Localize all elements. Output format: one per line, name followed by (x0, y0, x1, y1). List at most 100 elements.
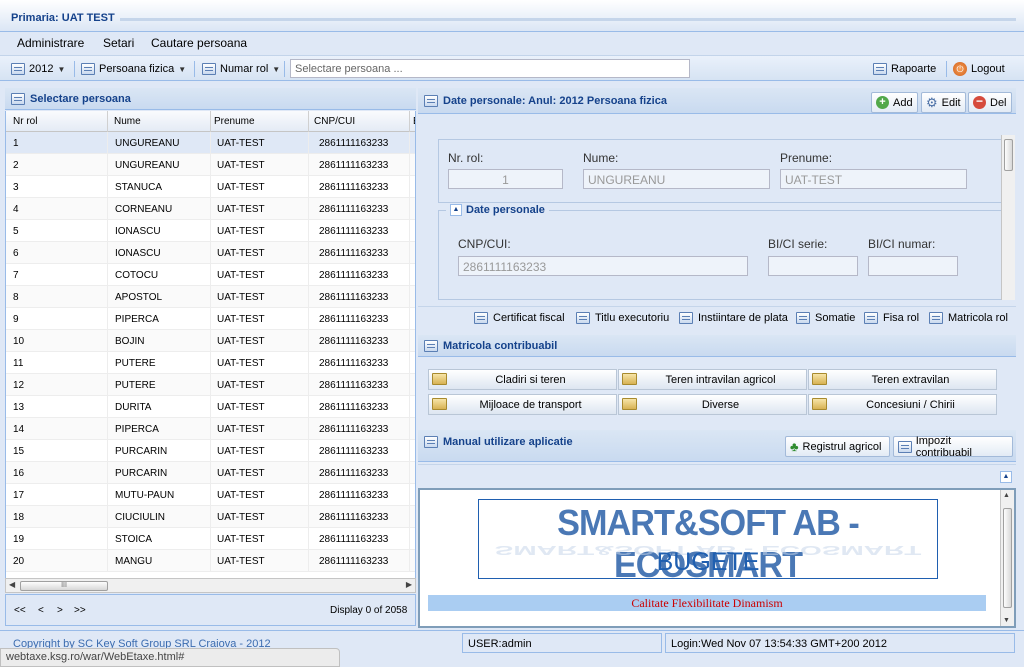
add-button[interactable]: + Add (871, 92, 918, 113)
table-row[interactable]: 10 BOJIN UAT-TEST 2861111163233 (6, 330, 415, 352)
table-row[interactable]: 13 DURITA UAT-TEST 2861111163233 (6, 396, 415, 418)
first-page-button[interactable]: << (14, 605, 26, 616)
col-prenume[interactable]: Prenume (214, 116, 255, 127)
power-icon: ⏻ (953, 62, 967, 76)
menu-setari[interactable]: Setari (103, 36, 134, 50)
folder-icon (812, 373, 827, 385)
col-nr-rol[interactable]: Nr rol (13, 116, 37, 127)
cell-prenume: UAT-TEST (217, 292, 265, 303)
last-page-button[interactable]: >> (74, 605, 86, 616)
cell-divider (308, 330, 309, 352)
menu-cautare-persoana[interactable]: Cautare persoana (151, 36, 247, 50)
link-somatie[interactable]: Somatie (796, 312, 855, 324)
table-row[interactable]: 7 COTOCU UAT-TEST 2861111163233 (6, 264, 415, 286)
numar-rol-dropdown[interactable]: Numar rol ▼ (202, 60, 280, 78)
registrul-agricol-button[interactable]: ♣ Registrul agricol (785, 436, 890, 457)
document-icon (796, 312, 810, 324)
cladiri-si-teren-button[interactable]: Cladiri si teren (428, 369, 617, 390)
logout-button[interactable]: ⏻ Logout (953, 60, 1005, 78)
scroll-thumb[interactable] (1004, 139, 1013, 171)
edit-button[interactable]: ⚙ Edit (921, 92, 966, 113)
cell-divider (210, 484, 211, 506)
link-label: Titlu executoriu (595, 312, 670, 324)
table-row[interactable]: 14 PIPERCA UAT-TEST 2861111163233 (6, 418, 415, 440)
cell-divider (308, 374, 309, 396)
menu-administrare[interactable]: Administrare (17, 36, 84, 50)
scroll-right-icon[interactable]: ▶ (406, 580, 412, 589)
nume-field[interactable]: UNGUREANU (583, 169, 770, 189)
cell-divider (409, 242, 410, 264)
cell-divider (308, 264, 309, 286)
scroll-left-icon[interactable]: ◀ (9, 580, 15, 589)
button-label: Teren intravilan agricol (665, 374, 776, 386)
col-divider (409, 111, 410, 132)
table-row[interactable]: 15 PURCARIN UAT-TEST 2861111163233 (6, 440, 415, 462)
table-row[interactable]: 8 APOSTOL UAT-TEST 2861111163233 (6, 286, 415, 308)
next-page-button[interactable]: > (57, 605, 63, 616)
cell-prenume: UAT-TEST (217, 468, 265, 479)
chevron-down-icon: ▼ (272, 64, 281, 74)
impozit-contribuabil-button[interactable]: Impozit contribuabil (893, 435, 1013, 459)
cell-cnp: 2861111163233 (319, 204, 389, 215)
cell-divider (409, 418, 410, 440)
cell-prenume: UAT-TEST (217, 314, 265, 325)
col-extra[interactable]: E (413, 116, 415, 127)
app-header: Primaria: UAT TEST (0, 0, 1024, 32)
table-row[interactable]: 9 PIPERCA UAT-TEST 2861111163233 (6, 308, 415, 330)
prenume-field[interactable]: UAT-TEST (780, 169, 967, 189)
delete-button[interactable]: − Del (968, 92, 1012, 113)
concesiuni-chirii-button[interactable]: Concesiuni / Chirii (808, 394, 997, 415)
table-row[interactable]: 1 UNGUREANU UAT-TEST 2861111163233 (6, 132, 415, 154)
table-row[interactable]: 12 PUTERE UAT-TEST 2861111163233 (6, 374, 415, 396)
scroll-down-icon[interactable]: ▼ (1003, 617, 1010, 624)
bi-serie-field[interactable] (768, 256, 858, 276)
table-row[interactable]: 18 CIUCIULIN UAT-TEST 2861111163233 (6, 506, 415, 528)
table-row[interactable]: 11 PUTERE UAT-TEST 2861111163233 (6, 352, 415, 374)
mijloace-de-transport-button[interactable]: Mijloace de transport (428, 394, 617, 415)
banner-vertical-scrollbar[interactable]: ▲ ▼ (1000, 490, 1014, 626)
table-row[interactable]: 2 UNGUREANU UAT-TEST 2861111163233 (6, 154, 415, 176)
link-fisa-rol[interactable]: Fisa rol (864, 312, 919, 324)
scroll-up-icon[interactable]: ▲ (1003, 492, 1010, 499)
diverse-button[interactable]: Diverse (618, 394, 807, 415)
table-row[interactable]: 20 MANGU UAT-TEST 2861111163233 (6, 550, 415, 572)
table-row[interactable]: 16 PURCARIN UAT-TEST 2861111163233 (6, 462, 415, 484)
col-cnp[interactable]: CNP/CUI (314, 116, 355, 127)
link-titlu-executoriu[interactable]: Titlu executoriu (576, 312, 669, 324)
grid-horizontal-scrollbar[interactable]: ◀ III ▶ (5, 578, 416, 593)
table-row[interactable]: 4 CORNEANU UAT-TEST 2861111163233 (6, 198, 415, 220)
cell-divider (409, 550, 410, 572)
rapoarte-button[interactable]: Rapoarte (873, 60, 936, 78)
table-row[interactable]: 17 MUTU-PAUN UAT-TEST 2861111163233 (6, 484, 415, 506)
cell-nr-rol: 12 (13, 380, 25, 391)
table-row[interactable]: 6 IONASCU UAT-TEST 2861111163233 (6, 242, 415, 264)
selectare-persoana-header: Selectare persoana (5, 88, 416, 110)
link-certificat-fiscal[interactable]: Certificat fiscal (474, 312, 565, 324)
cell-nume: PUTERE (115, 380, 156, 391)
teren-intravilan-button[interactable]: Teren intravilan agricol (618, 369, 807, 390)
scroll-thumb[interactable] (1003, 508, 1012, 608)
prev-page-button[interactable]: < (38, 605, 44, 616)
table-row[interactable]: 19 STOICA UAT-TEST 2861111163233 (6, 528, 415, 550)
year-dropdown[interactable]: 2012 ▼ (11, 60, 65, 78)
cell-divider (107, 308, 108, 330)
bi-numar-field[interactable] (868, 256, 958, 276)
link-instiintare-de-plata[interactable]: Instiintare de plata (679, 312, 788, 324)
search-person-input[interactable] (290, 59, 690, 78)
persons-grid: Nr rol Nume Prenume CNP/CUI E 1 UNGUREANU… (5, 111, 416, 578)
prenume-label: Prenume: (780, 151, 833, 165)
scroll-thumb[interactable]: III (20, 581, 108, 591)
nr-rol-field[interactable]: 1 (448, 169, 563, 189)
person-type-dropdown[interactable]: Persoana fizica ▼ (81, 60, 186, 78)
cell-divider (308, 352, 309, 374)
cell-cnp: 2861111163233 (319, 424, 389, 435)
table-row[interactable]: 3 STANUCA UAT-TEST 2861111163233 (6, 176, 415, 198)
collapse-icon[interactable]: ▲ (450, 204, 462, 216)
details-vertical-scrollbar[interactable] (1001, 135, 1015, 300)
collapse-icon[interactable]: ▲ (1000, 471, 1012, 483)
cnp-field[interactable]: 2861111163233 (458, 256, 748, 276)
table-row[interactable]: 5 IONASCU UAT-TEST 2861111163233 (6, 220, 415, 242)
link-matricola-rol[interactable]: Matricola rol (929, 312, 1008, 324)
teren-extravilan-button[interactable]: Teren extravilan (808, 369, 997, 390)
col-nume[interactable]: Nume (114, 116, 141, 127)
